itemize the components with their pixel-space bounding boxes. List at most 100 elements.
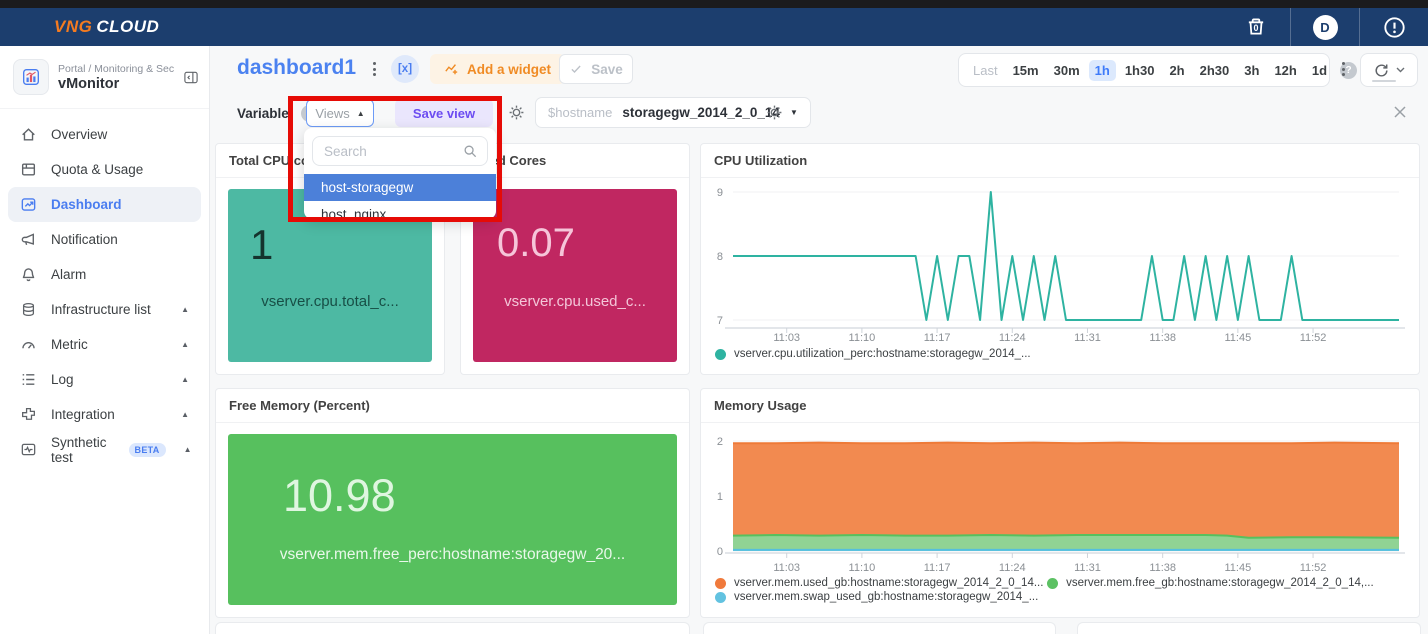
svg-text:11:03: 11:03 [773, 332, 800, 344]
save-view-button[interactable]: Save view [395, 99, 493, 127]
views-option-host_nginx[interactable]: host_nginx [304, 201, 496, 219]
svg-text:0: 0 [1254, 23, 1259, 33]
time-range-2h30[interactable]: 2h30 [1194, 60, 1236, 81]
legend-dot-icon [1047, 578, 1058, 589]
product-name: vMonitor [58, 76, 174, 92]
memory-usage-chart[interactable]: 01211:0311:1011:1711:2411:3111:3811:4511… [701, 425, 1407, 575]
chevron-down-icon [1396, 67, 1405, 73]
time-range-1h[interactable]: 1h [1089, 60, 1116, 81]
vng-cloud-logo: VNG CLOUD [54, 17, 159, 37]
quota-icon [20, 161, 37, 178]
sidebar-item-integration[interactable]: Integration▲ [8, 397, 201, 432]
sidebar: Portal / Monitoring & Sec vMonitor Overv… [0, 46, 210, 634]
top-navbar: VNG CLOUD [0, 8, 1428, 46]
log-icon [20, 371, 37, 388]
variable-label: Variable [237, 106, 289, 121]
variable-settings-gear-icon[interactable] [766, 104, 783, 126]
alarm-icon [20, 266, 37, 283]
svg-text:2: 2 [717, 436, 723, 448]
free-memory-value: 10.98 [283, 470, 396, 522]
chevron-up-icon: ▲ [357, 109, 365, 118]
collapse-caret-icon: ▲ [181, 410, 189, 419]
time-range-1h30[interactable]: 1h30 [1119, 60, 1161, 81]
account-menu-button[interactable]: D [1291, 8, 1359, 46]
widget-cpu-utilization: CPU Utilization 78911:0311:1011:1711:241… [700, 143, 1420, 375]
widget-free-memory: Free Memory (Percent) 10.98 vserver.mem.… [215, 388, 690, 618]
page-title: dashboard1 [237, 56, 356, 80]
views-settings-gear-icon[interactable] [508, 104, 525, 126]
svg-text:11:03: 11:03 [773, 562, 800, 574]
dashboard-icon [20, 196, 37, 213]
legend-item[interactable]: vserver.mem.used_gb:hostname:storagegw_2… [715, 577, 1047, 589]
svg-text:11:24: 11:24 [999, 332, 1026, 344]
svg-text:11:24: 11:24 [999, 562, 1026, 574]
time-range-3h[interactable]: 3h [1238, 60, 1265, 81]
chevron-down-icon: ▼ [790, 108, 798, 117]
add-widget-chart-icon [444, 62, 459, 76]
views-search-box [312, 136, 488, 166]
sidebar-item-dashboard[interactable]: Dashboard [8, 187, 201, 222]
memory-chart-legend: vserver.mem.used_gb:hostname:storagegw_2… [701, 575, 1419, 603]
time-options-kebab[interactable] [1342, 62, 1345, 76]
dashboard-options-kebab[interactable] [373, 62, 376, 76]
collapse-caret-icon: ▲ [184, 445, 192, 454]
time-range-prefix: Last [973, 63, 998, 78]
svg-text:11:17: 11:17 [924, 332, 951, 344]
collapse-caret-icon: ▲ [181, 340, 189, 349]
svg-text:9: 9 [717, 187, 723, 199]
sidebar-item-metric[interactable]: Metric ▲ [8, 327, 201, 362]
svg-text:11:31: 11:31 [1074, 562, 1101, 574]
time-range-2h[interactable]: 2h [1163, 60, 1190, 81]
sidebar-collapse-button[interactable] [183, 70, 199, 85]
hostname-variable-value: storagegw_2014_2_0_14 [622, 105, 780, 120]
trash-button[interactable]: 0 [1222, 8, 1290, 46]
sidebar-item-quota-usage[interactable]: Quota & Usage [8, 152, 201, 187]
time-range-chips: 15m30m1h1h302h2h303h12h1d [1007, 60, 1333, 81]
time-range-selector: Last 15m30m1h1h302h2h303h12h1d ? [958, 53, 1330, 87]
variables-toggle-button[interactable]: [x] [391, 55, 419, 83]
alerts-button[interactable] [1360, 8, 1428, 46]
alert-icon [1383, 16, 1406, 39]
sidebar-item-label: Dashboard [51, 197, 122, 212]
svg-text:11:45: 11:45 [1225, 562, 1252, 574]
add-widget-button[interactable]: Add a widget [430, 54, 565, 84]
time-range-1d[interactable]: 1d [1306, 60, 1333, 81]
time-range-12h[interactable]: 12h [1268, 60, 1302, 81]
views-dropdown-button[interactable]: Views ▲ [306, 99, 374, 127]
legend-item[interactable]: vserver.cpu.utilization_perc:hostname:st… [715, 348, 1031, 360]
avatar: D [1313, 15, 1338, 40]
sidebar-item-log[interactable]: Log▲ [8, 362, 201, 397]
sidebar-item-synthetic-test[interactable]: Synthetic testBETA▲ [8, 432, 201, 467]
legend-label: vserver.mem.used_gb:hostname:storagegw_2… [734, 577, 1043, 589]
time-range-30m[interactable]: 30m [1048, 60, 1086, 81]
widget-title: Free Memory (Percent) [216, 389, 689, 423]
sidebar-item-label: Alarm [51, 267, 86, 282]
legend-dot-icon [715, 349, 726, 360]
sidebar-item-alarm[interactable]: Alarm [8, 257, 201, 292]
sidebar-item-label: Log [51, 372, 74, 387]
total-cpu-metric-label: vserver.cpu.total_c... [228, 293, 432, 310]
sidebar-item-notification[interactable]: Notification [8, 222, 201, 257]
hostname-variable-name: $hostname [548, 105, 612, 120]
sidebar-menu: OverviewQuota & Usage Dashboard Notificati… [0, 109, 209, 475]
vmonitor-logo-icon [13, 59, 49, 95]
next-row-widget-partial [1077, 622, 1421, 634]
sidebar-item-infrastructure-list[interactable]: Infrastructure list▲ [8, 292, 201, 327]
save-dashboard-button[interactable]: Save [559, 54, 633, 84]
refresh-icon [1373, 62, 1390, 79]
time-range-15m[interactable]: 15m [1007, 60, 1045, 81]
views-option-host-storagegw[interactable]: host-storagegw [304, 174, 496, 201]
beta-badge: BETA [129, 443, 166, 457]
svg-text:11:38: 11:38 [1149, 562, 1176, 574]
legend-item[interactable]: vserver.mem.swap_used_gb:hostname:storag… [715, 591, 1047, 603]
close-variable-bar-button[interactable] [1392, 104, 1408, 125]
cpu-utilization-chart[interactable]: 78911:0311:1011:1711:2411:3111:3811:4511… [701, 180, 1407, 346]
svg-text:11:10: 11:10 [849, 332, 876, 344]
views-search-input[interactable] [322, 143, 463, 160]
legend-label: vserver.cpu.utilization_perc:hostname:st… [734, 348, 1031, 360]
sidebar-item-label: Metric [51, 337, 88, 352]
refresh-button[interactable] [1360, 53, 1418, 87]
sidebar-item-overview[interactable]: Overview [8, 117, 201, 152]
legend-item[interactable]: vserver.mem.free_gb:hostname:storagegw_2… [1047, 577, 1379, 589]
trash-icon: 0 [1245, 16, 1267, 38]
